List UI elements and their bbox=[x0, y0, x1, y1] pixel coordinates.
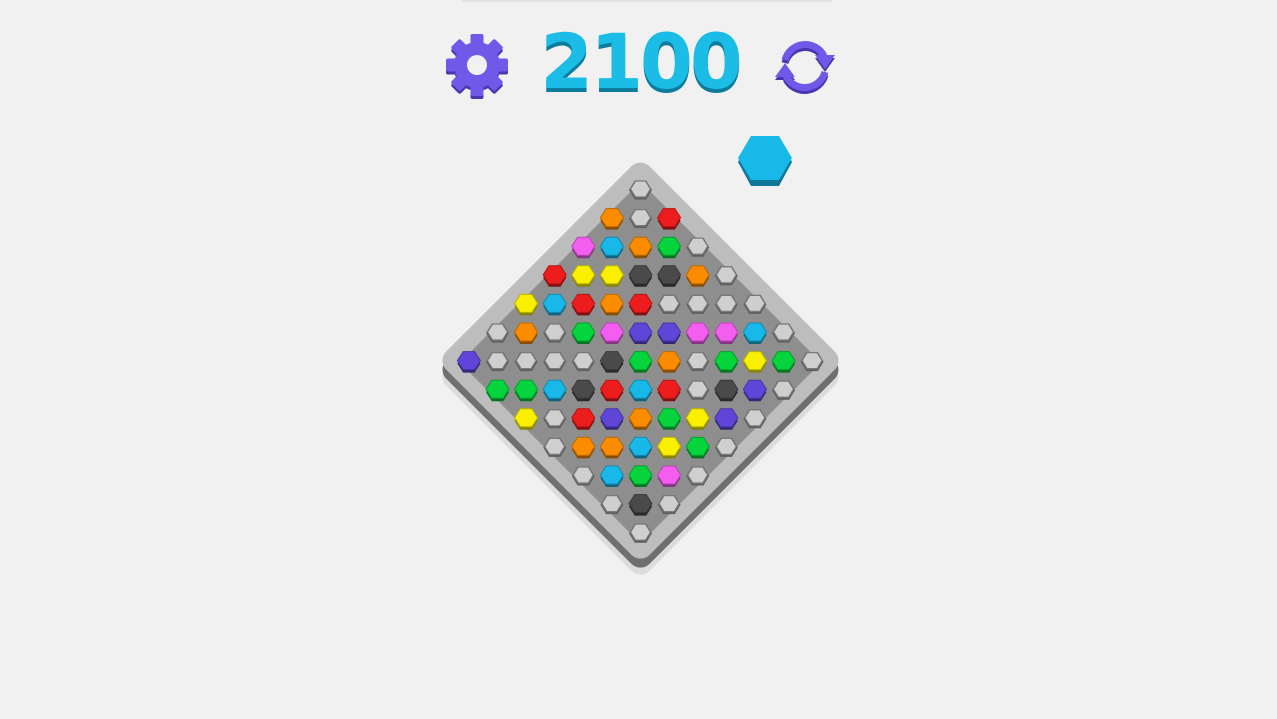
board-cell-purple[interactable] bbox=[628, 322, 653, 344]
board-cell-green[interactable] bbox=[771, 351, 796, 373]
board-cell-empty[interactable] bbox=[686, 466, 710, 486]
board-cell-empty[interactable] bbox=[686, 352, 710, 372]
board-cell-green[interactable] bbox=[657, 408, 682, 430]
board-cell-black[interactable] bbox=[599, 351, 624, 373]
board-cell-green[interactable] bbox=[657, 236, 682, 259]
board-cell-empty[interactable] bbox=[486, 323, 509, 343]
board-cell-empty[interactable] bbox=[600, 495, 624, 515]
board-cell-black[interactable] bbox=[628, 265, 653, 287]
restart-button[interactable] bbox=[770, 34, 840, 98]
board-cell-pink[interactable] bbox=[571, 236, 596, 259]
board-cell-black[interactable] bbox=[657, 265, 682, 287]
gear-icon bbox=[446, 34, 508, 99]
board-cell-orange[interactable] bbox=[599, 436, 624, 459]
board-cell-cyan[interactable] bbox=[599, 236, 624, 259]
board-cell-empty[interactable] bbox=[714, 266, 738, 286]
board-cell-orange[interactable] bbox=[514, 322, 539, 344]
board-cell-empty[interactable] bbox=[686, 380, 710, 400]
board-cell-empty[interactable] bbox=[514, 352, 538, 372]
board-cell-empty[interactable] bbox=[571, 466, 595, 486]
board-cell-orange[interactable] bbox=[628, 408, 653, 430]
board-cell-purple[interactable] bbox=[657, 322, 682, 344]
board-cell-empty[interactable] bbox=[543, 409, 567, 429]
board-cell-green[interactable] bbox=[628, 465, 653, 487]
score-display: 2100 bbox=[540, 17, 743, 106]
board-cell-red[interactable] bbox=[571, 408, 596, 430]
board-cell-empty[interactable] bbox=[543, 323, 567, 343]
board-cell-pink[interactable] bbox=[657, 465, 682, 487]
board-cell-cyan[interactable] bbox=[742, 322, 767, 344]
board-cell-purple[interactable] bbox=[742, 379, 767, 402]
refresh-icon bbox=[775, 41, 835, 94]
board-cell-green[interactable] bbox=[628, 351, 653, 373]
board-cell-pink[interactable] bbox=[685, 322, 710, 344]
board-cell-yellow[interactable] bbox=[599, 265, 624, 287]
board-cell-yellow[interactable] bbox=[685, 408, 710, 430]
board-cell-black[interactable] bbox=[628, 494, 653, 516]
board-cell-green[interactable] bbox=[685, 436, 710, 459]
board-cell-empty[interactable] bbox=[543, 352, 567, 372]
board-cell-empty[interactable] bbox=[772, 323, 795, 343]
board-cell-empty[interactable] bbox=[686, 237, 710, 257]
board-cell-empty[interactable] bbox=[543, 437, 567, 457]
board-cell-orange[interactable] bbox=[599, 293, 624, 316]
board-cell-yellow[interactable] bbox=[514, 408, 539, 430]
board-cell-pink[interactable] bbox=[714, 322, 739, 344]
board-cell-empty[interactable] bbox=[714, 437, 738, 457]
board-cell-empty[interactable] bbox=[657, 495, 681, 515]
board-cell-red[interactable] bbox=[628, 293, 653, 316]
board-cell-cyan[interactable] bbox=[542, 379, 567, 402]
board-cell-red[interactable] bbox=[542, 265, 567, 287]
game-board bbox=[442, 162, 839, 575]
board-cell-green[interactable] bbox=[485, 379, 510, 402]
board-cell-empty[interactable] bbox=[686, 294, 710, 314]
board-cell-green[interactable] bbox=[514, 379, 539, 402]
board-cells bbox=[456, 180, 824, 543]
board-cell-cyan[interactable] bbox=[628, 379, 653, 402]
board-cell-empty[interactable] bbox=[800, 352, 824, 372]
board-cell-red[interactable] bbox=[599, 379, 624, 402]
board-cell-empty[interactable] bbox=[571, 352, 595, 372]
board-cell-empty[interactable] bbox=[629, 523, 652, 543]
board-cell-purple[interactable] bbox=[599, 408, 624, 430]
top-divider bbox=[462, 0, 832, 2]
board-cell-black[interactable] bbox=[714, 379, 739, 402]
board-cell-empty[interactable] bbox=[657, 294, 681, 314]
board-cell-yellow[interactable] bbox=[571, 265, 596, 287]
board-cell-yellow[interactable] bbox=[742, 351, 767, 373]
board-cell-purple[interactable] bbox=[714, 408, 739, 430]
board-cell-orange[interactable] bbox=[599, 208, 624, 230]
board-cell-empty[interactable] bbox=[743, 294, 767, 314]
board-cell-cyan[interactable] bbox=[542, 293, 567, 316]
board-cell-orange[interactable] bbox=[571, 436, 596, 459]
board-cell-cyan[interactable] bbox=[628, 436, 653, 459]
board-cell-black[interactable] bbox=[571, 379, 596, 402]
settings-button[interactable] bbox=[442, 30, 512, 100]
board-cell-cyan[interactable] bbox=[599, 465, 624, 487]
board-cell-orange[interactable] bbox=[657, 351, 682, 373]
board-cell-pink[interactable] bbox=[599, 322, 624, 344]
board-cell-orange[interactable] bbox=[685, 265, 710, 287]
board-cell-orange[interactable] bbox=[628, 236, 653, 259]
board-cell-green[interactable] bbox=[571, 322, 596, 344]
board-cell-purple[interactable] bbox=[456, 351, 481, 373]
board-cell-yellow[interactable] bbox=[657, 436, 682, 459]
board-cell-empty[interactable] bbox=[629, 180, 652, 200]
board-cell-red[interactable] bbox=[657, 208, 682, 230]
board-cell-yellow[interactable] bbox=[514, 293, 539, 316]
board-cell-empty[interactable] bbox=[772, 380, 795, 400]
board-cell-empty[interactable] bbox=[714, 294, 738, 314]
next-hex-piece[interactable] bbox=[734, 134, 796, 188]
board-cell-empty[interactable] bbox=[629, 209, 652, 229]
board-cell-empty[interactable] bbox=[743, 409, 767, 429]
board-cell-green[interactable] bbox=[714, 351, 739, 373]
board-cell-red[interactable] bbox=[657, 379, 682, 402]
board-cell-empty[interactable] bbox=[486, 352, 509, 372]
board-cell-red[interactable] bbox=[571, 293, 596, 316]
